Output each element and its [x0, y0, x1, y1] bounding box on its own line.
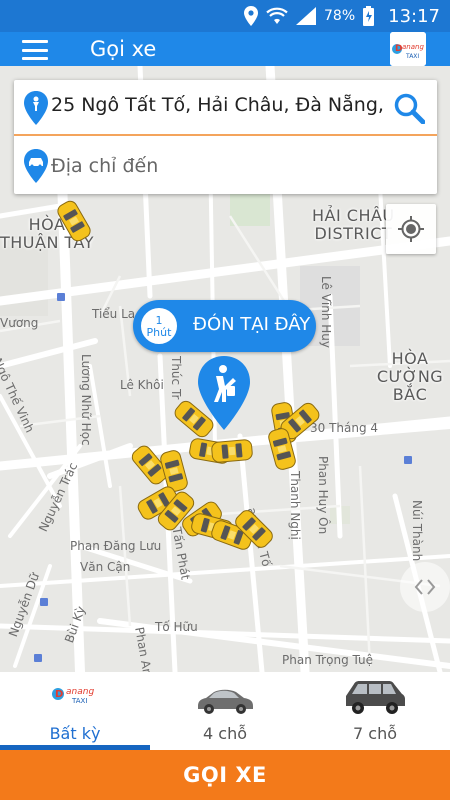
- tab-label: 7 chỗ: [353, 724, 397, 743]
- svg-text:D: D: [55, 689, 63, 700]
- street-label: Thúc Tr: [169, 356, 183, 400]
- street-label: 30 Tháng 4: [310, 421, 379, 435]
- tab-label: Bất kỳ: [49, 724, 101, 743]
- status-bar: 78% 13:17: [0, 0, 450, 32]
- map-side-handle[interactable]: [400, 562, 450, 612]
- svg-text:TAXI: TAXI: [71, 697, 87, 705]
- eta-unit: Phút: [146, 326, 172, 339]
- address-panel: 25 Ngô Tất Tố, Hải Châu, Đà Nẵng, Việt N…: [14, 80, 437, 194]
- tab-4-seat[interactable]: 4 chỗ: [150, 672, 300, 750]
- battery-charging-icon: [363, 6, 375, 26]
- danang-taxi-logo: D anang TAXI: [390, 32, 426, 66]
- eta-badge: 1 Phút: [138, 305, 180, 347]
- street-label: Phan Huy Ôn: [316, 456, 330, 535]
- tab-7-seat[interactable]: 7 chỗ: [300, 672, 450, 750]
- danang-taxi-logo-icon: Danang TAXI: [50, 682, 100, 712]
- dropoff-address-row[interactable]: [14, 138, 437, 194]
- tab-label: 4 chỗ: [203, 724, 247, 743]
- search-icon[interactable]: [393, 92, 426, 125]
- battery-percent: 78%: [324, 8, 356, 24]
- street-label: Thanh Nghị: [288, 471, 302, 540]
- crosshair-icon: [398, 216, 424, 242]
- street-label: Núi Thành: [410, 500, 424, 562]
- tab-any[interactable]: Danang TAXI Bất kỳ: [0, 672, 150, 750]
- street-label: Tiểu La: [92, 307, 136, 321]
- vehicle-type-tabs: Danang TAXI Bất kỳ 4 chỗ 7 chỗ: [0, 672, 450, 750]
- location-icon: [244, 6, 258, 26]
- pickup-pin-icon: [24, 91, 48, 125]
- signal-icon: [296, 7, 316, 25]
- svg-text:TAXI: TAXI: [405, 53, 419, 60]
- pickup-address-text: 25 Ngô Tất Tố, Hải Châu, Đà Nẵng, Việt N…: [51, 94, 387, 116]
- street-label: Tố Hữu: [155, 620, 198, 634]
- person-location-marker-icon: [196, 354, 252, 432]
- sedan-car-icon: [194, 684, 256, 720]
- street-label: Phan Trọng Tuệ: [282, 653, 373, 667]
- pickup-here-button[interactable]: 1 Phút ĐÓN TẠI ĐÂY: [133, 300, 316, 352]
- svg-text:anang: anang: [66, 687, 94, 697]
- dropoff-address-input[interactable]: [51, 150, 427, 182]
- hamburger-menu-icon[interactable]: [22, 40, 48, 60]
- app-bar: Gọi xe D anang TAXI: [0, 32, 450, 66]
- street-label: Lê Vĩnh Huy: [319, 276, 333, 348]
- street-label: Văn Cận: [80, 560, 131, 574]
- street-label: Lê Khôi: [120, 378, 164, 392]
- dropoff-pin-icon: [24, 149, 48, 183]
- svg-text:anang: anang: [402, 43, 424, 51]
- street-label: Lương Nhữ Học: [79, 354, 93, 446]
- clock: 13:17: [388, 5, 440, 27]
- street-label: Phan Đăng Lưu: [70, 539, 162, 553]
- street-label: Vương: [0, 316, 39, 330]
- district-label-hai-chau: HẢI CHÂU DISTRICT: [312, 206, 395, 243]
- my-location-button[interactable]: [386, 204, 436, 254]
- call-taxi-button[interactable]: GỌI XE: [0, 750, 450, 800]
- suv-car-icon: [343, 678, 407, 720]
- district-label-hoa-cuong-bac: HÒA CƯỜNG BẮC: [376, 349, 444, 404]
- taxi-car-icon: [209, 436, 255, 466]
- pickup-here-label: ĐÓN TẠI ĐÂY: [193, 314, 311, 335]
- wifi-icon: [266, 7, 288, 25]
- pickup-address-row[interactable]: 25 Ngô Tất Tố, Hải Châu, Đà Nẵng, Việt N…: [14, 80, 437, 136]
- page-title: Gọi xe: [90, 37, 157, 61]
